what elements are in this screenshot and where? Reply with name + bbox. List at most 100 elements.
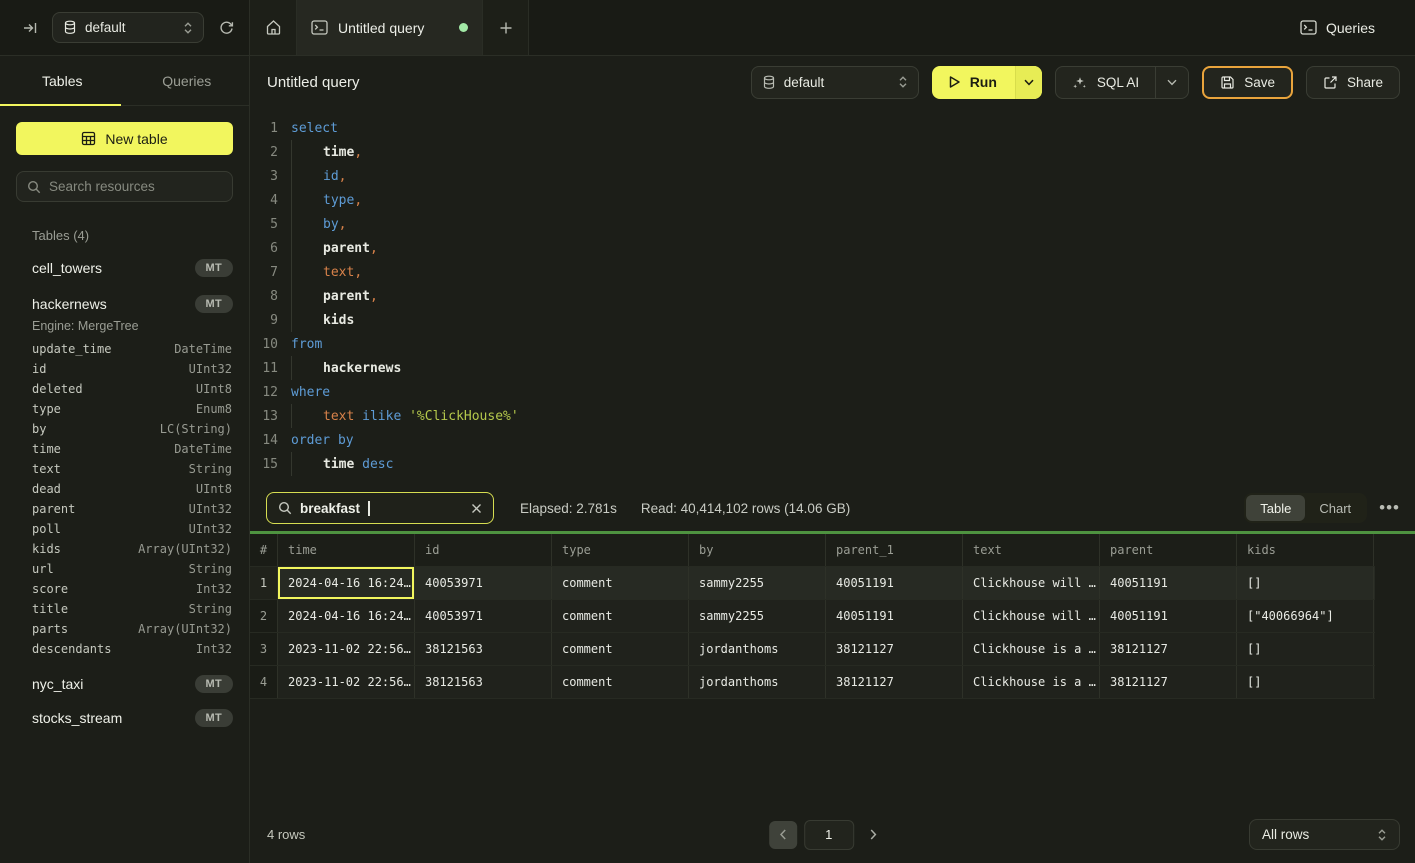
table-cell[interactable]: 38121563	[415, 633, 552, 665]
results-toolbar: breakfast Elapsed: 2.781s Read: 40,414,1…	[250, 485, 1415, 531]
table-cell[interactable]: 38121127	[1100, 666, 1237, 698]
run-options-button[interactable]	[1015, 66, 1042, 99]
table-cell[interactable]: 40051191	[1100, 600, 1237, 632]
new-tab-button[interactable]	[483, 0, 529, 55]
table-cell[interactable]: Clickhouse will …	[963, 567, 1100, 599]
column-header[interactable]: time	[278, 534, 415, 566]
column-header[interactable]: id	[415, 534, 552, 566]
line-number: 8	[250, 289, 278, 304]
database-selector-top[interactable]: default	[52, 12, 204, 43]
toggle-chart[interactable]: Chart	[1305, 495, 1365, 521]
toggle-table[interactable]: Table	[1246, 495, 1305, 521]
table-cell[interactable]: Clickhouse is a …	[963, 666, 1100, 698]
page-size-select[interactable]: All rows	[1249, 819, 1400, 850]
table-cell[interactable]: 2024-04-16 16:24…	[278, 567, 415, 599]
table-cell[interactable]: 40051191	[1100, 567, 1237, 599]
save-icon	[1220, 75, 1235, 90]
table-cell[interactable]: sammy2255	[689, 600, 826, 632]
column-header[interactable]: by	[689, 534, 826, 566]
table-cell[interactable]: 38121127	[1100, 633, 1237, 665]
search-value: breakfast	[300, 501, 360, 516]
share-label: Share	[1347, 75, 1383, 90]
table-cell[interactable]: 38121127	[826, 666, 963, 698]
main-panel: Untitled query default Run	[250, 56, 1415, 863]
column-row: title String	[0, 599, 249, 619]
table-row[interactable]: 42023-11-02 22:56…38121563commentjordant…	[250, 666, 1375, 699]
query-actions: default Run	[751, 66, 1400, 99]
column-type: UInt8	[196, 482, 232, 496]
tab-untitled-query[interactable]: Untitled query	[297, 0, 483, 55]
sql-ai-options-button[interactable]	[1155, 67, 1188, 98]
share-button[interactable]: Share	[1306, 66, 1400, 99]
new-table-button[interactable]: New table	[16, 122, 233, 155]
table-cell[interactable]: 2023-11-02 22:56…	[278, 633, 415, 665]
table-cell[interactable]: []	[1237, 633, 1374, 665]
column-name: score	[32, 582, 68, 596]
queries-button[interactable]: Queries	[1280, 0, 1415, 55]
toggle-table-label: Table	[1260, 501, 1291, 516]
column-name: update_time	[32, 342, 111, 356]
line-code: hackernews	[291, 356, 401, 380]
save-button[interactable]: Save	[1202, 66, 1293, 99]
search-resources-input[interactable]	[49, 179, 222, 194]
table-row[interactable]: 32023-11-02 22:56…38121563commentjordant…	[250, 633, 1375, 666]
table-cell[interactable]: comment	[552, 633, 689, 665]
table-cell[interactable]: Clickhouse will …	[963, 600, 1100, 632]
home-tab[interactable]	[250, 0, 297, 55]
line-code: text,	[291, 260, 362, 284]
row-number: 1	[250, 567, 278, 599]
table-cell[interactable]: 40051191	[826, 567, 963, 599]
table-cell[interactable]: comment	[552, 567, 689, 599]
table-cell[interactable]: 38121127	[826, 633, 963, 665]
column-header[interactable]: parent	[1100, 534, 1237, 566]
sql-editor[interactable]: 1 select 2 time, 3 id, 4 type, 5 by, 6 p…	[250, 108, 1415, 485]
queries-label: Queries	[1326, 20, 1375, 36]
column-header[interactable]: kids	[1237, 534, 1374, 566]
table-cell[interactable]: 40053971	[415, 600, 552, 632]
chevron-down-icon	[1024, 79, 1034, 86]
page-number-input[interactable]: 1	[804, 820, 854, 850]
table-cell[interactable]: 2023-11-02 22:56…	[278, 666, 415, 698]
table-cell[interactable]: ["40066964"]	[1237, 600, 1374, 632]
top-bar-left: default	[0, 0, 250, 55]
table-cell[interactable]: 40051191	[826, 600, 963, 632]
table-name: stocks_stream	[32, 710, 195, 726]
clear-search-icon[interactable]	[471, 503, 482, 514]
sidebar-item-cell-towers[interactable]: cell_towers MT	[16, 257, 233, 279]
column-header[interactable]: text	[963, 534, 1100, 566]
results-search-input[interactable]: breakfast	[266, 492, 494, 524]
table-cell[interactable]: jordanthoms	[689, 666, 826, 698]
column-header[interactable]: parent_1	[826, 534, 963, 566]
database-selector[interactable]: default	[751, 66, 919, 99]
column-header[interactable]: type	[552, 534, 689, 566]
sql-ai-button[interactable]: SQL AI	[1056, 67, 1155, 98]
table-cell[interactable]: comment	[552, 666, 689, 698]
table-cell[interactable]: []	[1237, 666, 1374, 698]
column-name: poll	[32, 522, 61, 536]
table-cell[interactable]: Clickhouse is a …	[963, 633, 1100, 665]
table-cell[interactable]: jordanthoms	[689, 633, 826, 665]
sidebar-tab-tables[interactable]: Tables	[0, 56, 125, 105]
sidebar-item-stocks-stream[interactable]: stocks_stream MT	[16, 707, 233, 729]
run-label: Run	[970, 74, 997, 90]
sidebar-tab-queries[interactable]: Queries	[125, 56, 250, 105]
collapse-sidebar-icon[interactable]	[22, 20, 38, 36]
table-cell[interactable]: []	[1237, 567, 1374, 599]
prev-page-button[interactable]	[769, 821, 797, 849]
more-options-icon[interactable]: •••	[1379, 498, 1400, 518]
table-cell[interactable]: sammy2255	[689, 567, 826, 599]
column-type: Array(UInt32)	[138, 542, 232, 556]
chevron-updown-icon	[898, 75, 908, 89]
sidebar-item-nyc-taxi[interactable]: nyc_taxi MT	[16, 673, 233, 695]
run-button[interactable]: Run	[932, 66, 1015, 99]
table-cell[interactable]: 38121563	[415, 666, 552, 698]
table-cell[interactable]: 2024-04-16 16:24…	[278, 600, 415, 632]
page-title: Untitled query	[267, 74, 360, 91]
table-cell[interactable]: comment	[552, 600, 689, 632]
table-row[interactable]: 12024-04-16 16:24…40053971commentsammy22…	[250, 567, 1375, 600]
table-row[interactable]: 22024-04-16 16:24…40053971commentsammy22…	[250, 600, 1375, 633]
refresh-icon[interactable]	[218, 19, 235, 36]
sidebar-item-hackernews[interactable]: hackernews MT	[16, 293, 233, 315]
table-cell[interactable]: 40053971	[415, 567, 552, 599]
next-page-button[interactable]	[861, 821, 885, 849]
